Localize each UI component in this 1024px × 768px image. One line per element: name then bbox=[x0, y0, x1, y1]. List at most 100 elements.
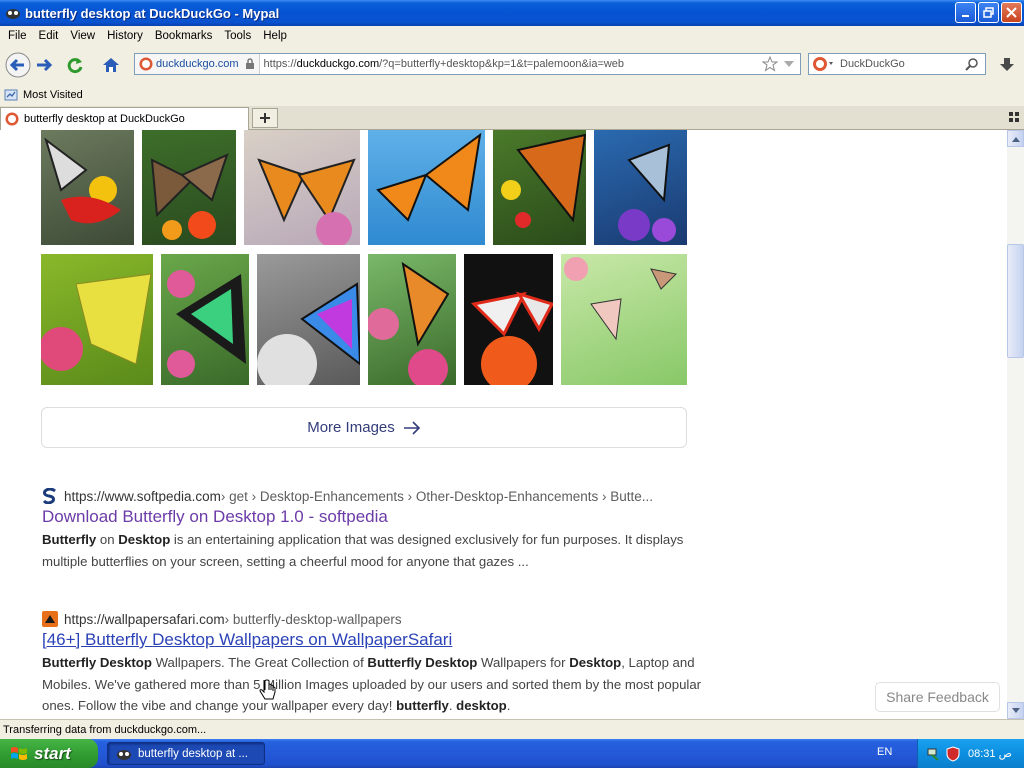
site-identity-button[interactable]: duckduckgo.com bbox=[135, 54, 260, 74]
image-thumbnail[interactable] bbox=[368, 130, 485, 245]
status-bar: Transferring data from duckduckgo.com... bbox=[0, 719, 1024, 739]
clock: 08:31 ص bbox=[968, 748, 1012, 760]
network-tray-icon[interactable] bbox=[926, 746, 942, 762]
download-arrow-icon bbox=[1000, 58, 1014, 71]
arrow-right-icon bbox=[403, 420, 420, 435]
taskbar-window-button[interactable]: butterfly desktop at ... bbox=[107, 742, 265, 765]
result-title-link[interactable]: [46+] Butterfly Desktop Wallpapers on Wa… bbox=[42, 630, 702, 650]
scroll-down-button[interactable] bbox=[1007, 702, 1024, 719]
snippet-text: . bbox=[506, 698, 511, 713]
url-host: duckduckgo.com bbox=[296, 58, 380, 70]
tab-list-icon[interactable] bbox=[1009, 112, 1019, 122]
result-host: https://wallpapersafari.com bbox=[64, 611, 225, 627]
back-arrow-icon bbox=[5, 52, 31, 78]
menu-history[interactable]: History bbox=[101, 30, 149, 42]
url-text[interactable]: https://duckduckgo.com/?q=butterfly+desk… bbox=[264, 58, 762, 70]
butterfly-image-icon bbox=[564, 257, 678, 341]
image-thumbnail[interactable] bbox=[161, 254, 249, 385]
image-thumbnail[interactable] bbox=[368, 254, 456, 385]
butterfly-image-icon bbox=[618, 143, 676, 242]
result-path: › butterfly-desktop-wallpapers bbox=[224, 611, 402, 627]
menu-file[interactable]: File bbox=[2, 30, 33, 42]
site-domain: duckduckgo.com bbox=[156, 58, 239, 70]
search-result: https://www.softpedia.com › get › Deskto… bbox=[42, 488, 702, 572]
more-images-label: More Images bbox=[307, 419, 395, 436]
search-icon[interactable] bbox=[965, 57, 979, 71]
snippet-bold: Butterfly Desktop bbox=[42, 655, 152, 670]
softpedia-favicon-icon bbox=[42, 488, 56, 504]
search-engine-duckduckgo-icon[interactable] bbox=[812, 56, 834, 72]
url-dropdown-icon[interactable] bbox=[782, 59, 796, 69]
new-tab-button[interactable] bbox=[252, 108, 278, 128]
menu-view[interactable]: View bbox=[64, 30, 101, 42]
result-title-link[interactable]: Download Butterfly on Desktop 1.0 - soft… bbox=[42, 507, 702, 527]
image-thumbnail[interactable] bbox=[244, 130, 360, 245]
padlock-icon bbox=[245, 58, 254, 69]
reload-icon bbox=[67, 58, 83, 74]
search-result: https://wallpapersafari.com › butterfly-… bbox=[42, 611, 702, 717]
more-images-button[interactable]: More Images bbox=[41, 407, 687, 448]
start-label: start bbox=[34, 743, 71, 763]
minimize-icon bbox=[961, 14, 969, 17]
vertical-scrollbar[interactable] bbox=[1007, 130, 1024, 719]
close-button[interactable] bbox=[1001, 2, 1022, 23]
share-feedback-button[interactable]: Share Feedback bbox=[875, 682, 1000, 712]
security-shield-tray-icon[interactable] bbox=[946, 745, 960, 762]
downloads-button[interactable] bbox=[994, 52, 1020, 78]
home-button[interactable] bbox=[98, 52, 124, 78]
tab-duckduckgo-favicon-icon bbox=[5, 112, 19, 126]
image-thumbnail[interactable] bbox=[464, 254, 553, 385]
tab-active[interactable]: butterfly desktop at DuckDuckGo bbox=[0, 107, 249, 130]
menu-edit[interactable]: Edit bbox=[33, 30, 65, 42]
butterfly-image-icon bbox=[257, 282, 360, 385]
start-button[interactable]: start bbox=[0, 739, 98, 768]
restore-button[interactable] bbox=[978, 2, 999, 23]
minimize-button[interactable] bbox=[955, 2, 976, 23]
forward-button[interactable] bbox=[32, 52, 58, 78]
butterfly-image-icon bbox=[150, 153, 229, 240]
result-url-breadcrumb[interactable]: https://wallpapersafari.com › butterfly-… bbox=[42, 611, 702, 627]
search-bar[interactable]: DuckDuckGo bbox=[808, 53, 986, 75]
menu-tools[interactable]: Tools bbox=[218, 30, 257, 42]
back-button[interactable] bbox=[5, 52, 31, 78]
most-visited-label: Most Visited bbox=[23, 89, 83, 101]
bookmark-most-visited[interactable]: Most Visited bbox=[4, 88, 83, 102]
image-thumbnail[interactable] bbox=[41, 254, 153, 385]
bookmark-star-icon[interactable] bbox=[762, 56, 778, 72]
window-title-bar[interactable]: butterfly desktop at DuckDuckGo - Mypal bbox=[0, 0, 1024, 26]
snippet-bold: Desktop bbox=[569, 655, 622, 670]
snippet-bold: desktop bbox=[456, 698, 507, 713]
butterfly-image-icon bbox=[376, 132, 482, 222]
image-thumbnail[interactable] bbox=[561, 254, 687, 385]
menu-help[interactable]: Help bbox=[257, 30, 293, 42]
arrow-down-icon bbox=[1011, 707, 1020, 713]
butterfly-image-icon bbox=[501, 133, 586, 228]
image-thumbnail[interactable] bbox=[41, 130, 134, 245]
snippet-text: on bbox=[96, 532, 119, 547]
butterfly-image-icon bbox=[470, 291, 553, 385]
result-url-breadcrumb[interactable]: https://www.softpedia.com › get › Deskto… bbox=[42, 488, 702, 504]
mypal-taskbar-icon bbox=[117, 749, 131, 760]
snippet-bold: Butterfly bbox=[42, 532, 97, 547]
address-bar[interactable]: duckduckgo.com https://duckduckgo.com/?q… bbox=[134, 53, 801, 75]
windows-logo-icon bbox=[11, 746, 27, 760]
search-input[interactable]: DuckDuckGo bbox=[840, 58, 965, 70]
reload-button[interactable] bbox=[62, 52, 88, 78]
image-thumbnail[interactable] bbox=[594, 130, 687, 245]
wallpapersafari-favicon-icon bbox=[42, 611, 58, 627]
menu-bookmarks[interactable]: Bookmarks bbox=[149, 30, 219, 42]
butterfly-image-icon bbox=[368, 261, 450, 385]
scrollbar-thumb[interactable] bbox=[1007, 244, 1024, 358]
taskbar: start butterfly desktop at ... EN 08:31 … bbox=[0, 739, 1024, 768]
url-scheme: https:// bbox=[263, 58, 297, 70]
image-thumbnail[interactable] bbox=[142, 130, 236, 245]
language-indicator[interactable]: EN bbox=[877, 746, 892, 758]
mypal-app-icon bbox=[6, 9, 20, 19]
arrow-up-icon bbox=[1011, 136, 1020, 142]
taskbar-window-label: butterfly desktop at ... bbox=[138, 747, 248, 760]
scroll-up-button[interactable] bbox=[1007, 130, 1024, 147]
result-path: › get › Desktop-Enhancements › Other-Des… bbox=[220, 488, 654, 504]
forward-arrow-icon bbox=[37, 58, 53, 72]
image-thumbnail[interactable] bbox=[257, 254, 360, 385]
image-thumbnail[interactable] bbox=[493, 130, 586, 245]
